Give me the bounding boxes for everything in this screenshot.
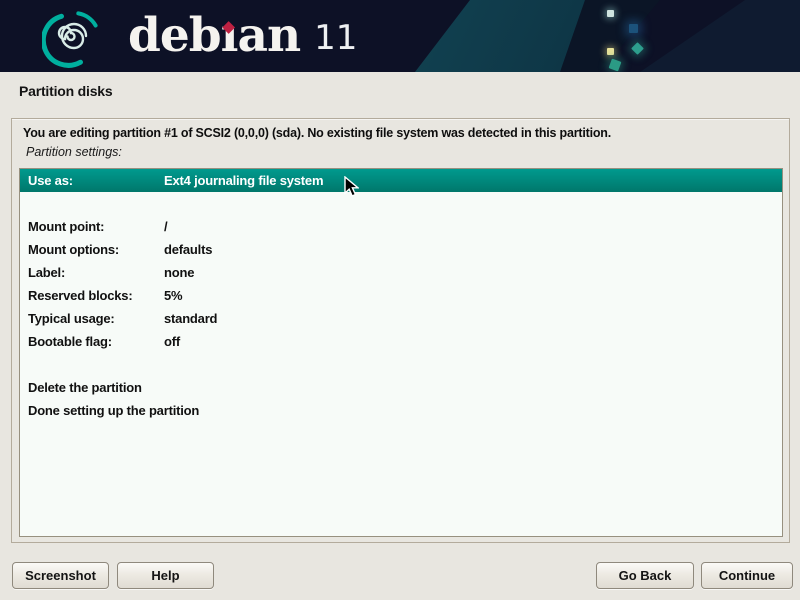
header-banner: debıan 11 [0,0,800,72]
debian-installer-window: debıan 11 Partition disks You are editin… [0,0,800,600]
row-value: none [164,265,194,280]
row-value: defaults [164,242,212,257]
list-row[interactable]: Done setting up the partition [20,399,782,422]
brand-name: debıan [128,0,300,72]
list-row[interactable]: Label:none [20,261,782,284]
brand-lockup: debıan 11 [128,0,357,72]
banner-deco-diamond-teal [631,42,644,55]
list-row[interactable]: Typical usage:standard [20,307,782,330]
row-value: / [164,219,167,234]
row-label: Bootable flag: [20,334,164,349]
brand-version: 11 [314,18,357,58]
list-row[interactable]: Mount options:defaults [20,238,782,261]
list-row-blank [20,192,782,215]
row-label: Done setting up the partition [20,403,164,418]
banner-deco-square-white [607,10,614,17]
mouse-cursor [344,176,359,198]
continue-button[interactable]: Continue [701,562,793,589]
screenshot-button[interactable]: Screenshot [12,562,109,589]
banner-deco-square-blue [629,24,638,33]
go-back-button[interactable]: Go Back [596,562,694,589]
page-title: Partition disks [19,83,112,99]
list-row[interactable]: Use as:Ext4 journaling file system [20,169,782,192]
banner-deco-square-yellow [607,48,614,55]
debian-swirl-logo [42,4,106,68]
banner-deco-square-teal [609,59,622,72]
row-label: Delete the partition [20,380,164,395]
info-text: You are editing partition #1 of SCSI2 (0… [23,126,611,140]
row-value: 5% [164,288,182,303]
list-row[interactable]: Reserved blocks:5% [20,284,782,307]
partition-settings-label: Partition settings: [26,145,122,159]
row-label: Mount options: [20,242,164,257]
row-label: Label: [20,265,164,280]
row-label: Typical usage: [20,311,164,326]
row-label: Mount point: [20,219,164,234]
row-label: Reserved blocks: [20,288,164,303]
list-row[interactable]: Bootable flag:off [20,330,782,353]
list-row[interactable]: Mount point:/ [20,215,782,238]
banner-deco-polygon-navy1 [0,0,800,72]
help-button[interactable]: Help [117,562,214,589]
partition-settings-list[interactable]: Use as:Ext4 journaling file system Mount … [19,168,783,537]
list-row[interactable]: Delete the partition [20,376,782,399]
row-label: Use as: [20,173,164,188]
row-value: off [164,334,180,349]
row-value: standard [164,311,217,326]
content-frame: You are editing partition #1 of SCSI2 (0… [11,118,790,543]
list-row-blank [20,353,782,376]
row-value: Ext4 journaling file system [164,173,323,188]
